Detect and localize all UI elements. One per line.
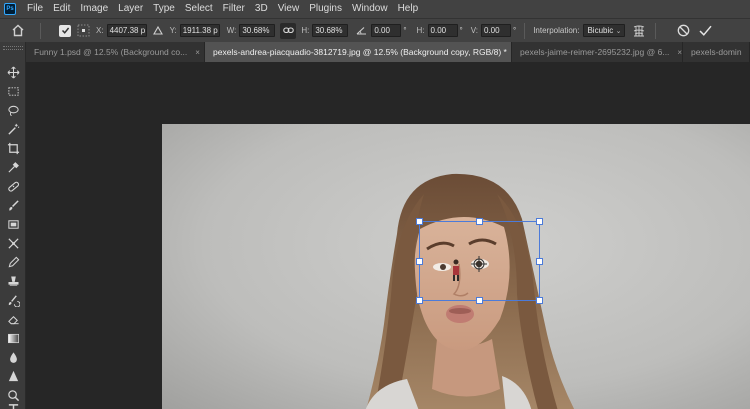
- blur-tool-icon[interactable]: [4, 349, 22, 365]
- photoshop-logo: Ps: [4, 3, 16, 15]
- home-icon[interactable]: [6, 24, 30, 37]
- vertical-skew-degree-unit: °: [513, 26, 517, 35]
- tab-label: pexels-jaime-reimer-2695232.jpg @ 6...: [520, 47, 670, 57]
- tools-panel: [0, 42, 26, 409]
- menu-type[interactable]: Type: [148, 0, 180, 18]
- gradient-tool-icon[interactable]: [4, 330, 22, 346]
- dodge-tool-icon[interactable]: [4, 368, 22, 384]
- document-tab[interactable]: pexels-jaime-reimer-2695232.jpg @ 6... ×: [512, 42, 683, 62]
- link-aspect-ratio-icon[interactable]: [280, 22, 297, 39]
- photo-canvas-image: [162, 124, 750, 409]
- rotation-angle-field[interactable]: 0.00: [371, 24, 402, 37]
- angle-icon: [355, 26, 367, 35]
- panel-grip[interactable]: [3, 46, 23, 50]
- pencil-tool-icon[interactable]: [4, 254, 22, 270]
- document-tab[interactable]: pexels-domin: [683, 42, 750, 62]
- menu-bar: Ps File Edit Image Layer Type Select Fil…: [0, 0, 750, 18]
- menu-image[interactable]: Image: [75, 0, 113, 18]
- y-label: Y:: [169, 26, 177, 35]
- interpolation-dropdown[interactable]: Bicubic ⌄: [583, 24, 626, 37]
- chevron-down-icon: ⌄: [615, 28, 622, 35]
- options-bar: X: 4407.38 p Y: 1911.38 p W: 30.68% H: 3…: [0, 18, 750, 42]
- commit-transform-icon[interactable]: [698, 25, 712, 36]
- document-tabs: Funny 1.psd @ 12.5% (Background co... × …: [26, 42, 750, 62]
- healing-brush-tool-icon[interactable]: [4, 178, 22, 194]
- document-tab[interactable]: Funny 1.psd @ 12.5% (Background co... ×: [26, 42, 205, 62]
- menu-3d[interactable]: 3D: [250, 0, 273, 18]
- marquee-tool-icon[interactable]: [4, 83, 22, 99]
- menu-view[interactable]: View: [273, 0, 305, 18]
- lasso-tool-icon[interactable]: [4, 102, 22, 118]
- y-position-field[interactable]: 1911.38 p: [179, 24, 220, 37]
- reference-point-locator-icon[interactable]: [76, 24, 90, 38]
- puppet-warp-tool-icon[interactable]: [4, 235, 22, 251]
- eraser-tool-icon[interactable]: [4, 311, 22, 327]
- height-field[interactable]: 30.68%: [312, 24, 349, 37]
- stamp-tool-icon[interactable]: [4, 216, 22, 232]
- magic-wand-tool-icon[interactable]: [4, 121, 22, 137]
- document-canvas[interactable]: [162, 124, 750, 409]
- warp-mode-icon[interactable]: [631, 24, 647, 38]
- cancel-transform-icon[interactable]: [676, 24, 690, 37]
- rotation-degree-unit: °: [403, 26, 407, 35]
- menu-edit[interactable]: Edit: [48, 0, 75, 18]
- crop-tool-icon[interactable]: [4, 140, 22, 156]
- relative-position-delta-icon[interactable]: [152, 26, 164, 35]
- menu-select[interactable]: Select: [180, 0, 218, 18]
- horizontal-skew-label: H:: [416, 26, 425, 35]
- menu-file[interactable]: File: [22, 0, 48, 18]
- menu-window[interactable]: Window: [347, 0, 393, 18]
- x-label: X:: [96, 26, 104, 35]
- tab-label: pexels-domin: [691, 47, 742, 57]
- tab-label: pexels-andrea-piacquadio-3812719.jpg @ 1…: [213, 47, 507, 57]
- close-icon[interactable]: ×: [677, 48, 682, 57]
- vertical-skew-field[interactable]: 0.00: [481, 24, 511, 37]
- clone-stamp-tool-icon[interactable]: [4, 273, 22, 289]
- vertical-skew-label: V:: [470, 26, 478, 35]
- interpolation-label: Interpolation:: [533, 26, 580, 35]
- type-tool-icon[interactable]: [4, 404, 22, 409]
- h-label: H:: [301, 26, 310, 35]
- close-icon[interactable]: ×: [195, 48, 200, 57]
- eyedropper-tool-icon[interactable]: [4, 159, 22, 175]
- horizontal-skew-degree-unit: °: [459, 26, 463, 35]
- move-tool-icon[interactable]: [4, 64, 22, 80]
- width-field[interactable]: 30.68%: [239, 24, 276, 37]
- zoom-tool-icon[interactable]: [4, 387, 22, 403]
- history-brush-tool-icon[interactable]: [4, 292, 22, 308]
- brush-tool-icon[interactable]: [4, 197, 22, 213]
- horizontal-skew-field[interactable]: 0.00: [427, 24, 458, 37]
- x-position-field[interactable]: 4407.38 p: [106, 24, 147, 37]
- interpolation-value: Bicubic: [587, 26, 614, 35]
- reference-point-checkbox[interactable]: [59, 24, 71, 37]
- w-label: W:: [226, 26, 237, 35]
- menu-layer[interactable]: Layer: [113, 0, 148, 18]
- menu-help[interactable]: Help: [393, 0, 424, 18]
- document-workspace: [26, 62, 750, 409]
- tab-label: Funny 1.psd @ 12.5% (Background co...: [34, 47, 188, 57]
- document-tab-active[interactable]: pexels-andrea-piacquadio-3812719.jpg @ 1…: [205, 42, 512, 62]
- menu-filter[interactable]: Filter: [218, 0, 250, 18]
- menu-plugins[interactable]: Plugins: [304, 0, 347, 18]
